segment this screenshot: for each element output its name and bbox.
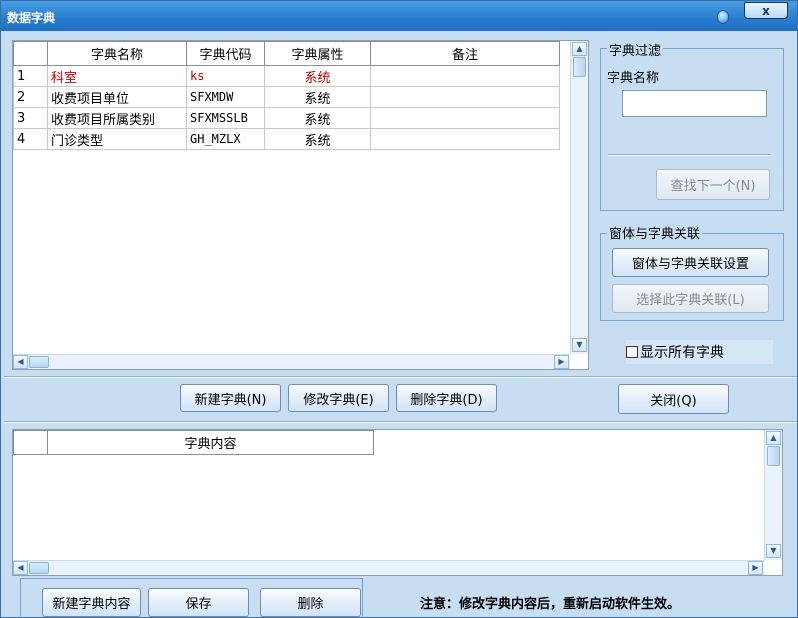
cell-name[interactable]: 门诊类型 [47,128,187,150]
cell-remark[interactable] [370,65,560,87]
row-number: 3 [13,107,48,129]
show-all-label: 显示所有字典 [640,345,724,361]
filter-group-title: 字典过滤 [607,40,664,59]
content-table: 字典内容 [13,430,374,455]
scroll-up-icon[interactable]: ▲ [572,42,587,56]
scroll-thumb[interactable] [767,446,780,466]
cell-remark[interactable] [370,86,560,108]
help-icon[interactable] [717,10,729,24]
content-grid[interactable]: 字典内容 ▲ ▼ ◀ ▶ [12,429,783,576]
scroll-left-icon[interactable]: ◀ [13,561,28,575]
dictionary-table: 字典名称 字典代码 字典属性 备注 1 科室 ks 系统 2 收费项目单位 SF… [13,41,560,150]
delete-content-button[interactable]: 删除 [260,588,361,617]
cell-remark[interactable] [370,107,560,129]
scroll-thumb[interactable] [573,57,586,77]
edit-dictionary-button[interactable]: 修改字典(E) [288,384,389,412]
dict-name-input[interactable] [622,90,767,117]
new-content-button[interactable]: 新建字典内容 [42,588,141,617]
cell-code[interactable]: SFXMSSLB [186,107,265,129]
row-number: 4 [13,128,48,150]
top-divider [4,376,797,378]
scroll-thumb[interactable] [29,562,49,574]
form-link-settings-button[interactable]: 窗体与字典关联设置 [612,248,769,277]
cell-attribute[interactable]: 系统 [264,65,371,87]
table-row[interactable]: 1 科室 ks 系统 [13,65,560,87]
column-header-content[interactable]: 字典内容 [47,430,374,455]
cell-code[interactable]: SFXMDW [186,86,265,108]
cell-name[interactable]: 收费项目单位 [47,86,187,108]
cell-attribute[interactable]: 系统 [264,128,371,150]
table-row[interactable]: 3 收费项目所属类别 SFXMSSLB 系统 [13,107,560,129]
checkbox-icon[interactable] [626,346,638,358]
filter-separator [608,154,771,156]
column-header-remark[interactable]: 备注 [370,41,560,66]
cell-name[interactable]: 科室 [47,65,187,87]
scroll-thumb[interactable] [29,356,49,368]
content-horizontal-scrollbar[interactable]: ◀ ▶ [13,560,764,575]
column-header-name[interactable]: 字典名称 [47,41,187,66]
table-row[interactable]: 2 收费项目单位 SFXMDW 系统 [13,86,560,108]
cell-name[interactable]: 收费项目所属类别 [47,107,187,129]
dict-name-label: 字典名称 [607,71,660,86]
table-row[interactable]: 4 门诊类型 GH_MZLX 系统 [13,128,560,150]
title-bar[interactable]: 数据字典 x [1,1,797,31]
row-number: 2 [13,86,48,108]
select-dict-link-button[interactable]: 选择此字典关联(L) [612,284,769,313]
delete-dictionary-button[interactable]: 删除字典(D) [396,384,497,412]
scroll-down-icon[interactable]: ▼ [572,338,587,352]
row-number: 1 [13,65,48,87]
find-next-button[interactable]: 查找下一个(N) [656,169,770,200]
row-number-header [13,41,48,66]
content-vertical-scrollbar[interactable]: ▲ ▼ [764,430,782,560]
close-icon: x [762,3,770,18]
link-group-title: 窗体与字典关联 [607,223,703,242]
dictionary-horizontal-scrollbar[interactable]: ◀ ▶ [13,354,570,369]
table-header-row: 字典名称 字典代码 字典属性 备注 [13,41,560,66]
scroll-down-icon[interactable]: ▼ [766,544,781,558]
scroll-up-icon[interactable]: ▲ [766,431,781,445]
cell-code[interactable]: ks [186,65,265,87]
dictionary-grid[interactable]: 字典名称 字典代码 字典属性 备注 1 科室 ks 系统 2 收费项目单位 SF… [12,40,589,370]
column-header-attribute[interactable]: 字典属性 [264,41,371,66]
cell-attribute[interactable]: 系统 [264,86,371,108]
middle-divider [4,421,797,423]
scroll-right-icon[interactable]: ▶ [748,561,763,575]
new-dictionary-button[interactable]: 新建字典(N) [180,384,281,412]
close-button[interactable]: 关闭(Q) [618,384,729,414]
content-row-number-header [13,430,48,455]
column-header-code[interactable]: 字典代码 [186,41,265,66]
restart-notice: 注意：修改字典内容后，重新启动软件生效。 [420,597,681,612]
cell-attribute[interactable]: 系统 [264,107,371,129]
dictionary-vertical-scrollbar[interactable]: ▲ ▼ [570,41,588,354]
window-title: 数据字典 [7,11,56,25]
save-button[interactable]: 保存 [148,588,249,617]
show-all-checkbox[interactable]: 显示所有字典 [626,340,773,364]
content-header-row: 字典内容 [13,430,374,455]
close-window-button[interactable]: x [744,2,788,19]
data-dictionary-window: 数据字典 x 字典名称 字典代码 字典属性 备注 1 科室 ks 系统 2 收费… [0,0,798,618]
cell-remark[interactable] [370,128,560,150]
cell-code[interactable]: GH_MZLX [186,128,265,150]
scroll-left-icon[interactable]: ◀ [13,355,28,369]
scroll-right-icon[interactable]: ▶ [554,355,569,369]
